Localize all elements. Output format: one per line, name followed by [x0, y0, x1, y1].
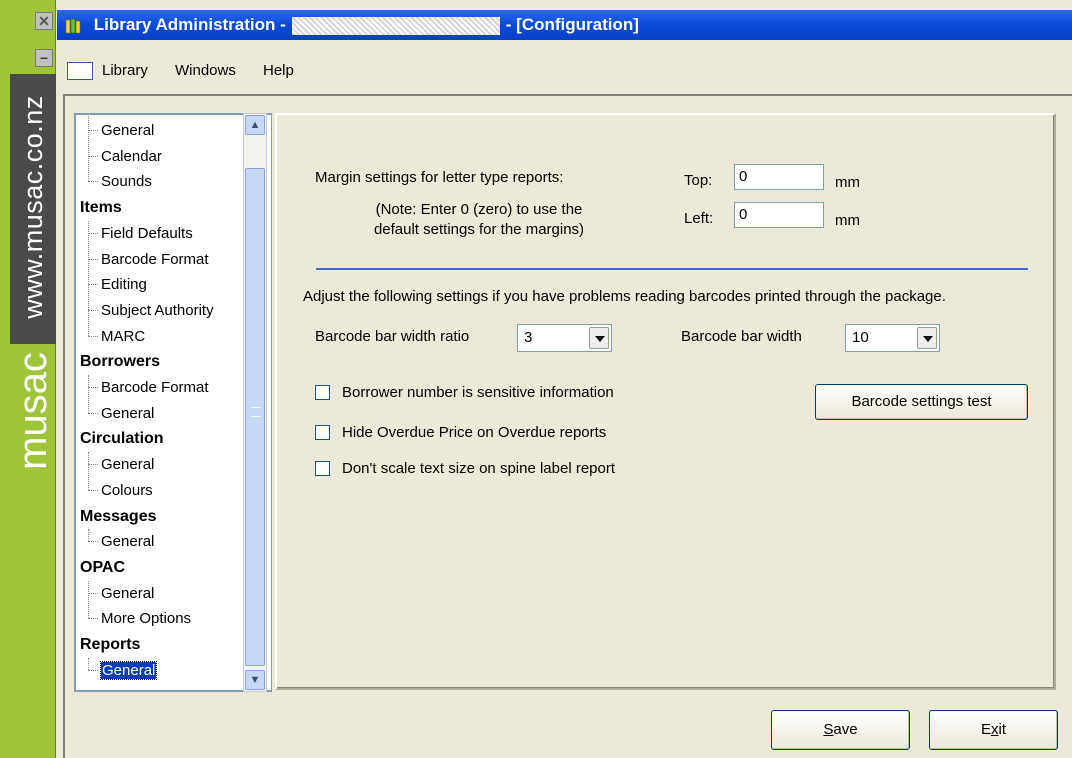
tree-connector [88, 375, 89, 413]
scroll-thumb[interactable] [245, 168, 265, 666]
top-margin-input[interactable]: 0 [734, 164, 824, 190]
left-label: Left: [684, 210, 714, 227]
tree-connector [88, 529, 89, 542]
tree-item-label: General [99, 660, 158, 680]
margin-note-line2: default settings for the margins) [373, 221, 585, 238]
save-mnemonic: S [823, 721, 834, 738]
minimize-icon[interactable]: – [35, 49, 53, 67]
chevron-down-icon[interactable] [917, 327, 937, 349]
exit-mnemonic: x [991, 721, 999, 738]
scroll-down-icon[interactable]: ▼ [245, 670, 265, 690]
menu-bar: Library Windows Help [57, 58, 1072, 84]
checkbox-label: Borrower number is sensitive information [342, 384, 614, 401]
tree-item-label: Circulation [80, 430, 164, 448]
sidebar-url-text: www.musac.co.nz [18, 95, 48, 319]
checkbox[interactable] [315, 424, 330, 440]
tree-connector [88, 115, 89, 182]
musac-logo: musac [11, 352, 55, 470]
barcode-help-text: Adjust the following settings if you hav… [303, 288, 946, 305]
exit-label-post: it [998, 721, 1007, 738]
tree-item-label: Field Defaults [101, 224, 193, 242]
tree-item-label: General [101, 533, 155, 551]
tree-category[interactable]: Circulation [76, 426, 164, 451]
hide-overdue-price-checkbox-row[interactable]: Hide Overdue Price on Overdue reports [315, 423, 606, 443]
tree-item-label: Messages [80, 507, 157, 525]
bar-width-value: 10 [852, 329, 869, 346]
save-button[interactable]: Save [771, 710, 910, 750]
scroll-up-icon[interactable]: ▲ [245, 115, 265, 135]
tree-item[interactable]: Barcode Format [76, 375, 209, 400]
tree-item-label: Editing [101, 276, 147, 294]
tree-item-label: General [101, 404, 155, 422]
tree-item-label: Reports [80, 636, 141, 653]
tree-connector [88, 452, 89, 490]
margin-note-line1: (Note: Enter 0 (zero) to use the [375, 201, 583, 218]
menu-windows[interactable]: Windows [175, 58, 236, 84]
menu-help[interactable]: Help [263, 58, 294, 84]
checkbox-label: Don't scale text size on spine label rep… [342, 460, 616, 477]
menu-library[interactable]: Library [102, 58, 148, 84]
tree-item-label: Sounds [101, 173, 152, 191]
window-title-suffix: - [Configuration] [505, 15, 639, 34]
barcode-settings-test-button[interactable]: Barcode settings test [815, 384, 1028, 420]
dont-scale-text-checkbox-row[interactable]: Don't scale text size on spine label rep… [315, 459, 615, 479]
left-margin-input[interactable]: 0 [734, 202, 824, 228]
tree-category[interactable]: Items [76, 195, 122, 220]
tree-item-label: MARC [101, 327, 146, 345]
bar-width-ratio-label: Barcode bar width ratio [315, 328, 470, 345]
top-unit-label: mm [835, 174, 860, 191]
bar-width-ratio-select[interactable]: 3 [517, 324, 612, 352]
tree-category[interactable]: Reports [76, 632, 140, 657]
chevron-down-icon[interactable] [589, 327, 609, 349]
tree-item-label: OPAC [80, 558, 126, 576]
tree-item-label: General [101, 122, 155, 139]
tree-item-label: General [101, 456, 155, 474]
document-icon[interactable] [67, 62, 93, 80]
save-label-post: ave [833, 721, 858, 738]
tree-item[interactable]: More Options [76, 606, 191, 631]
tree-item-label: General [101, 584, 155, 602]
left-unit-label: mm [835, 212, 860, 229]
close-icon[interactable]: ✕ [35, 12, 53, 30]
bar-width-select[interactable]: 10 [845, 324, 940, 352]
tree-item-label: More Options [101, 610, 192, 628]
tree-category[interactable]: Borrowers [76, 349, 160, 374]
tree-scrollbar[interactable]: ▲ ▼ [243, 113, 267, 692]
tree-category[interactable]: OPAC [76, 555, 125, 580]
tree-item-label: Borrowers [80, 353, 161, 371]
title-bar: Library Administration - - [Configuration… [57, 10, 1072, 40]
tree-item[interactable]: Field Defaults [76, 221, 193, 246]
grip-icon [252, 407, 260, 417]
tree-item-label: Subject Authority [101, 301, 214, 319]
tree-item[interactable]: Barcode Format [76, 247, 209, 272]
checkbox-label: Hide Overdue Price on Overdue reports [342, 424, 607, 441]
tree-item[interactable]: MARC [76, 324, 145, 349]
tree-item-label: Colours [101, 481, 153, 499]
books-icon [65, 18, 81, 33]
sensitive-borrower-checkbox-row[interactable]: Borrower number is sensitive information [315, 383, 614, 403]
checkbox[interactable] [315, 460, 330, 476]
section-divider [316, 268, 1028, 270]
bar-width-ratio-value: 3 [524, 329, 533, 346]
musac-sidebar: ✕ – www.musac.co.nz musac [0, 0, 56, 758]
exit-label-pre: E [980, 721, 991, 738]
tree-item-label: Barcode Format [101, 250, 209, 268]
tree-item-label: Items [80, 199, 122, 217]
tree-item[interactable]: Editing [76, 272, 147, 297]
top-label: Top: [684, 172, 713, 189]
tree-item[interactable]: Subject Authority [76, 298, 214, 323]
tree-category[interactable]: Messages [76, 504, 157, 529]
margin-settings-label: Margin settings for letter type reports: [315, 169, 564, 186]
redacted-school-name [291, 16, 500, 35]
window-title-prefix: Library Administration - [93, 15, 286, 34]
tree-item-label: Calendar [101, 147, 162, 165]
checkbox[interactable] [315, 384, 330, 400]
exit-button[interactable]: Exit [929, 710, 1058, 750]
tree-connector [88, 580, 89, 619]
tree-connector [88, 657, 89, 670]
bar-width-label: Barcode bar width [681, 328, 802, 345]
tree-item-label: Barcode Format [101, 379, 209, 396]
tree-connector [88, 220, 89, 336]
